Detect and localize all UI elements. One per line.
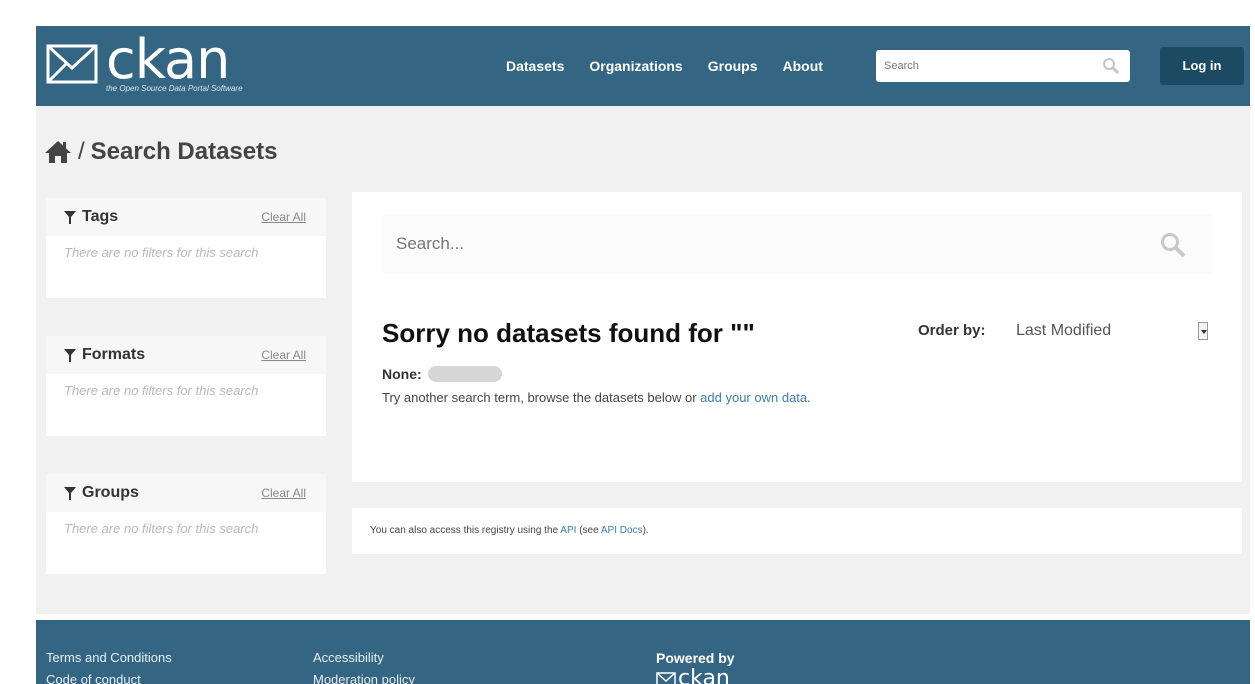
clear-all-link[interactable]: Clear All <box>261 348 306 362</box>
footer-accessibility-link[interactable]: Accessibility <box>313 650 384 665</box>
filter-pill[interactable] <box>427 366 502 382</box>
facet-empty-text: There are no filters for this search <box>64 245 259 260</box>
try-text: Try another search term, browse the data… <box>382 390 701 405</box>
none-label: None: <box>382 366 422 382</box>
home-icon[interactable] <box>44 140 72 164</box>
api-middle: (see <box>576 525 601 536</box>
order-by-value: Last Modified <box>1016 322 1112 339</box>
footer-moderation-link[interactable]: Moderation policy <box>313 672 415 684</box>
envelope-logo-icon <box>656 672 676 684</box>
api-suffix: ). <box>642 525 649 536</box>
facet-title: Groups <box>64 484 139 502</box>
header-search-box <box>876 50 1130 82</box>
site-footer: Terms and Conditions Accessibility Code … <box>36 620 1250 684</box>
facet-title: Formats <box>64 346 145 364</box>
facet-tags: Tags Clear All There are no filters for … <box>46 198 326 298</box>
masthead: ckan the Open Source Data Portal Softwar… <box>36 26 1250 106</box>
facet-formats: Formats Clear All There are no filters f… <box>46 336 326 436</box>
logo-wordmark: ckan <box>106 28 230 91</box>
try-another-text: Try another search term, browse the data… <box>382 390 811 405</box>
header-search-input[interactable] <box>876 50 1086 82</box>
search-icon[interactable] <box>1160 232 1186 258</box>
breadcrumb: / Search Datasets <box>44 138 277 166</box>
nav-organizations[interactable]: Organizations <box>589 58 682 74</box>
facet-empty-text: There are no filters for this search <box>64 521 259 536</box>
facet-empty-text: There are no filters for this search <box>64 383 259 398</box>
footer-code-of-conduct-link[interactable]: Code of conduct <box>46 672 141 684</box>
search-results-panel: Sorry no datasets found for "" Order by:… <box>352 192 1242 482</box>
nav-datasets[interactable]: Datasets <box>506 58 564 74</box>
powered-by-label: Powered by <box>656 650 735 666</box>
filter-icon <box>64 486 76 500</box>
filter-icon <box>64 210 76 224</box>
breadcrumb-current: Search Datasets <box>90 138 278 165</box>
nav-about[interactable]: About <box>783 58 823 74</box>
order-by-label: Order by: <box>918 322 986 339</box>
logo-tagline: the Open Source Data Portal Software <box>106 84 243 93</box>
dataset-search-box <box>382 214 1212 274</box>
main-nav: Datasets Organizations Groups About <box>506 58 823 74</box>
api-info-text: You can also access this registry using … <box>370 525 649 536</box>
api-prefix: You can also access this registry using … <box>370 525 561 536</box>
clear-all-link[interactable]: Clear All <box>261 486 306 500</box>
dataset-search-input[interactable] <box>382 214 1142 274</box>
none-filter-line: None: <box>382 366 502 382</box>
try-end: . <box>807 390 811 405</box>
facet-title-text: Formats <box>82 346 146 363</box>
facet-header: Formats Clear All <box>46 336 326 374</box>
order-by-select[interactable]: Last Modified <box>1012 320 1212 344</box>
chevron-down-icon[interactable] <box>1198 322 1208 340</box>
api-info-panel: You can also access this registry using … <box>352 508 1242 554</box>
facet-title: Tags <box>64 208 118 226</box>
search-icon[interactable] <box>1102 57 1120 75</box>
filter-icon <box>64 348 76 362</box>
facet-title-text: Tags <box>82 208 119 225</box>
envelope-logo-icon <box>46 44 98 84</box>
login-button[interactable]: Log in <box>1160 47 1244 85</box>
no-results-heading: Sorry no datasets found for "" <box>382 318 755 348</box>
breadcrumb-separator: / <box>78 138 85 165</box>
nav-groups[interactable]: Groups <box>708 58 758 74</box>
facet-header: Tags Clear All <box>46 198 326 236</box>
footer-terms-link[interactable]: Terms and Conditions <box>46 650 172 665</box>
clear-all-link[interactable]: Clear All <box>261 210 306 224</box>
facet-header: Groups Clear All <box>46 474 326 512</box>
facet-title-text: Groups <box>82 484 139 501</box>
facet-groups: Groups Clear All There are no filters fo… <box>46 474 326 574</box>
ckan-logo[interactable]: ckan the Open Source Data Portal Softwar… <box>46 28 296 96</box>
api-link[interactable]: API <box>560 525 576 536</box>
footer-logo-wordmark: ckan <box>678 666 730 684</box>
footer-ckan-logo[interactable]: ckan <box>656 666 746 684</box>
api-docs-link[interactable]: API Docs <box>601 525 643 536</box>
add-your-own-data-link[interactable]: add your own data <box>700 390 807 405</box>
